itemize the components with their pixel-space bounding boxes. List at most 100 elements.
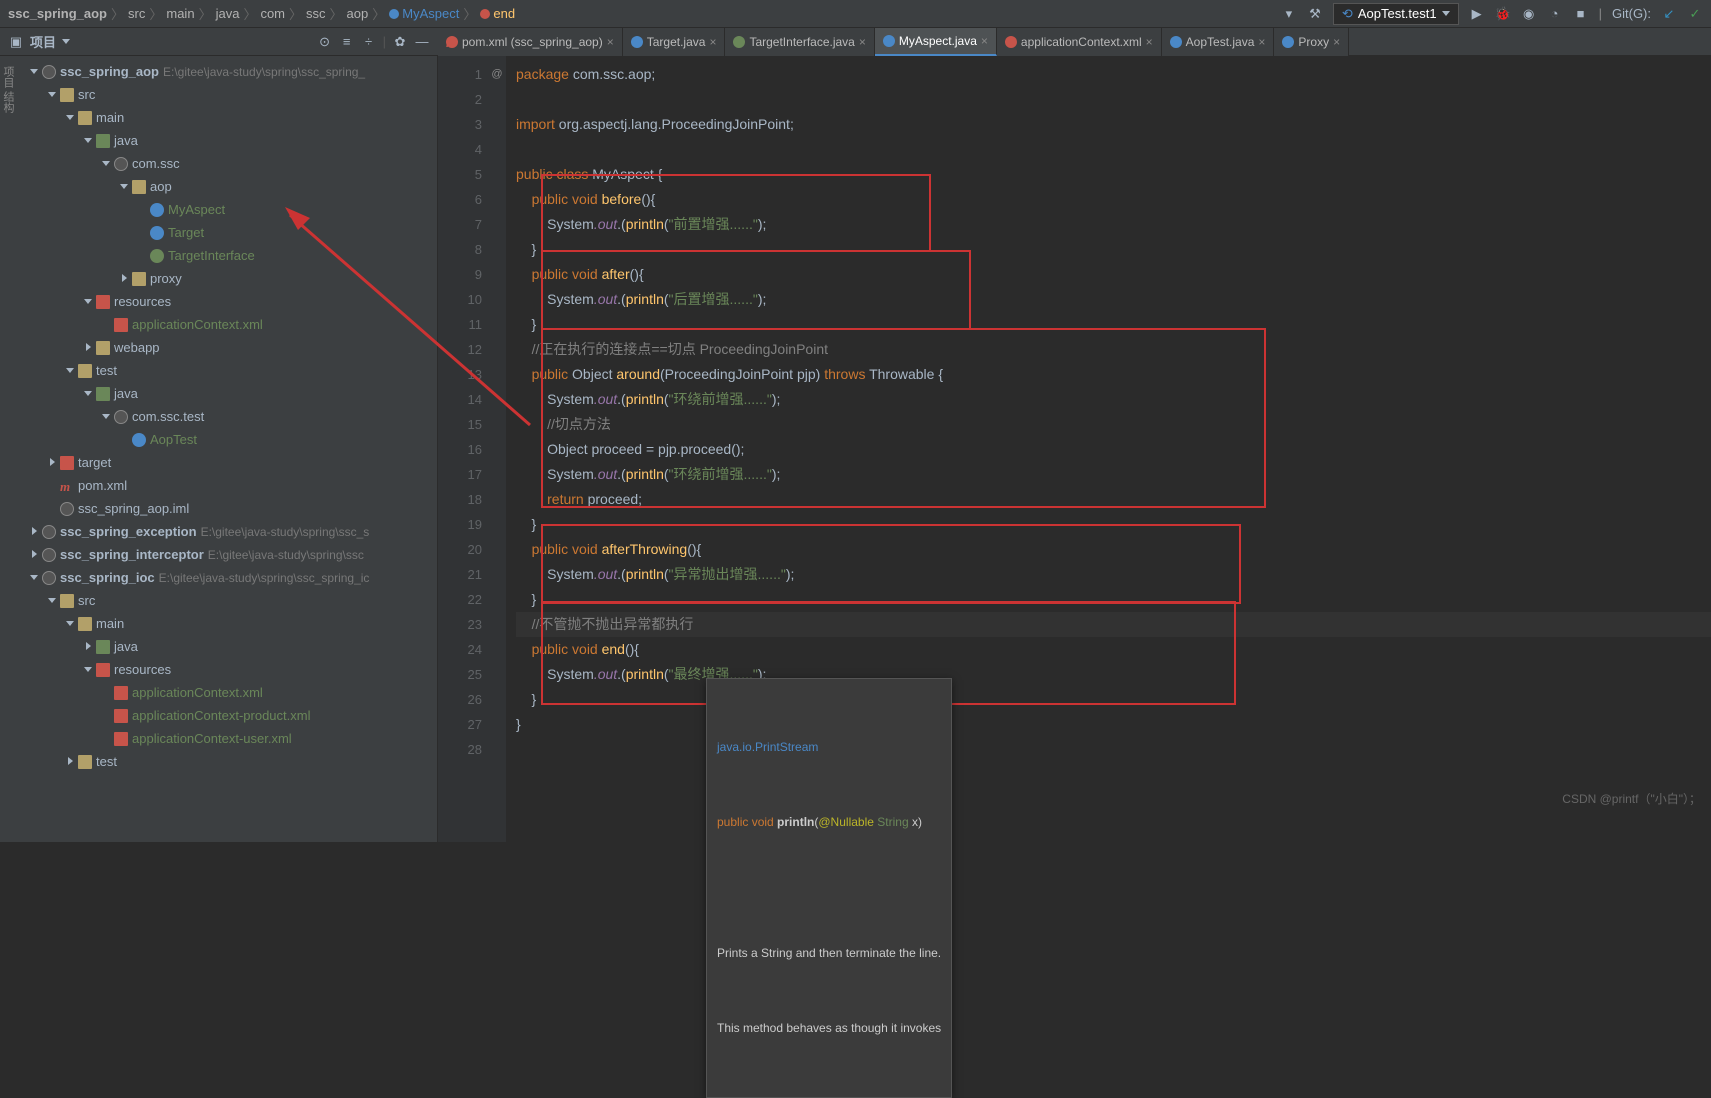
breadcrumb[interactable]: ssc_spring_aop〉src〉main〉java〉com〉ssc〉aop… xyxy=(8,4,1281,23)
add-config-icon[interactable]: ▾ xyxy=(1281,6,1297,22)
code-line[interactable]: Object proceed = pjp.proceed(); xyxy=(516,437,1711,462)
code-line[interactable]: } xyxy=(516,712,1711,737)
code-line[interactable]: //不管抛不抛出异常都执行 xyxy=(516,612,1711,637)
code-line[interactable]: import org.aspectj.lang.ProceedingJoinPo… xyxy=(516,112,1711,137)
code-line[interactable]: System.out.(println("最终增强......"); xyxy=(516,662,1711,687)
tree-toggle-icon[interactable] xyxy=(28,526,40,538)
tree-node[interactable]: src xyxy=(20,83,437,106)
close-icon[interactable]: × xyxy=(709,35,716,49)
tree-toggle-icon[interactable] xyxy=(46,457,58,469)
close-icon[interactable]: × xyxy=(1146,35,1153,49)
code-line[interactable]: public void end(){ xyxy=(516,637,1711,662)
settings-icon[interactable]: ✿ xyxy=(392,34,408,50)
debug-icon[interactable]: 🐞 xyxy=(1495,6,1511,22)
tree-toggle-icon[interactable] xyxy=(82,664,94,676)
tree-toggle-icon[interactable] xyxy=(100,319,112,331)
code-line[interactable]: package com.ssc.aop; xyxy=(516,62,1711,87)
code-line[interactable]: return proceed; xyxy=(516,487,1711,512)
code-line[interactable]: public void after(){ xyxy=(516,262,1711,287)
tree-node[interactable]: applicationContext.xml xyxy=(20,313,437,336)
code-line[interactable]: public class MyAspect { xyxy=(516,162,1711,187)
expand-icon[interactable]: ≡ xyxy=(339,34,355,50)
tree-node[interactable]: applicationContext.xml xyxy=(20,681,437,704)
code-line[interactable]: System.out.(println("环绕前增强......"); xyxy=(516,462,1711,487)
code-line[interactable]: } xyxy=(516,587,1711,612)
code-line[interactable]: } xyxy=(516,512,1711,537)
profile-icon[interactable]: ◔ xyxy=(1547,6,1563,22)
git-commit-icon[interactable]: ✓ xyxy=(1687,6,1703,22)
run-icon[interactable]: ▶ xyxy=(1469,6,1485,22)
code-line[interactable]: System.out.(println("异常抛出增强......"); xyxy=(516,562,1711,587)
tree-toggle-icon[interactable] xyxy=(82,135,94,147)
tree-toggle-icon[interactable] xyxy=(118,434,130,446)
stop-icon[interactable]: ■ xyxy=(1573,6,1589,22)
close-icon[interactable]: × xyxy=(981,34,988,48)
side-tool-stripe[interactable]: 项目 结构 xyxy=(0,56,20,842)
code-line[interactable]: System.out.(println("后置增强......"); xyxy=(516,287,1711,312)
tree-toggle-icon[interactable] xyxy=(64,756,76,768)
tree-toggle-icon[interactable] xyxy=(82,388,94,400)
tree-node[interactable]: ssc_spring_aop.iml xyxy=(20,497,437,520)
code-line[interactable]: } xyxy=(516,312,1711,337)
tree-node[interactable]: target xyxy=(20,451,437,474)
code-line[interactable] xyxy=(516,737,1711,762)
tree-node[interactable]: MyAspect xyxy=(20,198,437,221)
hammer-icon[interactable]: ⚒ xyxy=(1307,6,1323,22)
tree-toggle-icon[interactable] xyxy=(100,411,112,423)
tree-toggle-icon[interactable] xyxy=(100,710,112,722)
code-line[interactable]: public void afterThrowing(){ xyxy=(516,537,1711,562)
tree-toggle-icon[interactable] xyxy=(46,480,58,492)
tree-toggle-icon[interactable] xyxy=(100,158,112,170)
tree-toggle-icon[interactable] xyxy=(46,595,58,607)
tree-toggle-icon[interactable] xyxy=(28,66,40,78)
code-editor[interactable]: 1234567891011121314151617181920212223242… xyxy=(438,56,1711,842)
tree-toggle-icon[interactable] xyxy=(82,296,94,308)
tree-toggle-icon[interactable] xyxy=(118,273,130,285)
chevron-down-icon[interactable] xyxy=(62,39,70,44)
tree-node[interactable]: java xyxy=(20,129,437,152)
tree-toggle-icon[interactable] xyxy=(64,365,76,377)
tree-toggle-icon[interactable] xyxy=(100,733,112,745)
tree-node[interactable]: applicationContext-product.xml xyxy=(20,704,437,727)
coverage-icon[interactable]: ◉ xyxy=(1521,6,1537,22)
tree-node[interactable]: ssc_spring_exceptionE:\gitee\java-study\… xyxy=(20,520,437,543)
tree-toggle-icon[interactable] xyxy=(46,89,58,101)
project-collapse-icon[interactable]: ▣ xyxy=(8,34,24,50)
tree-node[interactable]: proxy xyxy=(20,267,437,290)
editor-tab[interactable]: mpom.xml (ssc_spring_aop)× xyxy=(438,28,623,56)
tree-node[interactable]: src xyxy=(20,589,437,612)
tree-node[interactable]: Target xyxy=(20,221,437,244)
git-update-icon[interactable]: ↙ xyxy=(1661,6,1677,22)
locate-icon[interactable]: ⊙ xyxy=(317,34,333,50)
tree-node[interactable]: webapp xyxy=(20,336,437,359)
tree-toggle-icon[interactable] xyxy=(136,204,148,216)
run-config-selector[interactable]: ⟲ AopTest.test1 xyxy=(1333,3,1459,25)
collapse-icon[interactable]: ÷ xyxy=(361,34,377,50)
tree-toggle-icon[interactable] xyxy=(136,250,148,262)
tree-node[interactable]: com.ssc xyxy=(20,152,437,175)
tree-node[interactable]: test xyxy=(20,359,437,382)
editor-tab[interactable]: MyAspect.java× xyxy=(875,28,997,56)
tree-toggle-icon[interactable] xyxy=(64,112,76,124)
tree-toggle-icon[interactable] xyxy=(118,181,130,193)
tree-node[interactable]: ssc_spring_iocE:\gitee\java-study\spring… xyxy=(20,566,437,589)
code-line[interactable] xyxy=(516,87,1711,112)
tree-node[interactable]: test xyxy=(20,750,437,773)
editor-tab[interactable]: TargetInterface.java× xyxy=(725,28,874,56)
code-line[interactable]: //正在执行的连接点==切点 ProceedingJoinPoint xyxy=(516,337,1711,362)
code-line[interactable]: public Object around(ProceedingJoinPoint… xyxy=(516,362,1711,387)
tree-node[interactable]: com.ssc.test xyxy=(20,405,437,428)
editor-tab[interactable]: AopTest.java× xyxy=(1162,28,1275,56)
close-icon[interactable]: × xyxy=(1258,35,1265,49)
tree-node[interactable]: mpom.xml xyxy=(20,474,437,497)
close-icon[interactable]: × xyxy=(859,35,866,49)
code-line[interactable]: public void before(){ xyxy=(516,187,1711,212)
editor-tab[interactable]: applicationContext.xml× xyxy=(997,28,1162,56)
hide-icon[interactable]: — xyxy=(414,34,430,50)
tree-toggle-icon[interactable] xyxy=(64,618,76,630)
tree-node[interactable]: java xyxy=(20,635,437,658)
tree-toggle-icon[interactable] xyxy=(136,227,148,239)
tree-toggle-icon[interactable] xyxy=(82,641,94,653)
tree-node[interactable]: resources xyxy=(20,290,437,313)
code-area[interactable]: package com.ssc.aop; import org.aspectj.… xyxy=(506,56,1711,842)
